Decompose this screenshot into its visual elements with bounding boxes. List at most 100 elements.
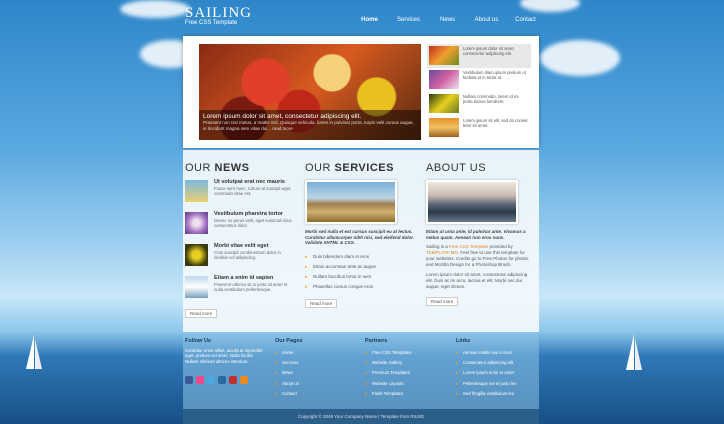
news-read-more-button[interactable]: Read more (185, 309, 218, 318)
footer-link[interactable]: News (275, 368, 303, 378)
news-summary: Fusce sem nunc, rutrum at suscipit eget,… (214, 186, 292, 197)
services-read-more-button[interactable]: Read more (305, 298, 338, 308)
about-photo (426, 180, 518, 224)
services-heading-bold: SERVICES (334, 162, 394, 174)
image-slider: Lorem ipsum dolor sit amet, consectetur … (183, 36, 539, 148)
about-link[interactable]: TEMPLATE MO (426, 250, 458, 255)
thumb-image (429, 94, 459, 113)
about-link[interactable]: Free CSS Template (449, 244, 488, 249)
news-title[interactable]: Etiam a enim id sapien (214, 275, 295, 281)
news-summary: Donec eu purus velit, eget euismod risus… (214, 218, 292, 229)
about-read-more-button[interactable]: Read more (426, 297, 459, 306)
footer-link[interactable]: Pellentesque vel et justo leo (456, 379, 517, 389)
news-text: Morbi vitae velit eget Cras suscipit cond… (208, 243, 295, 270)
nav-services[interactable]: Services (389, 17, 428, 23)
services-list-item[interactable]: Duis bibendum diam et eros (305, 252, 415, 262)
news-item: Ut volutpat erat nec mauris Fusce sem nun… (185, 179, 295, 206)
footer-link[interactable]: Premium Templates (365, 368, 412, 378)
footer-link[interactable]: Free CSS Templates (365, 348, 412, 358)
footer-link[interactable]: Contact (275, 389, 303, 399)
about-text: provided by (488, 244, 513, 249)
site-logo[interactable]: SAILING Free CSS Template (185, 5, 252, 26)
footer-link[interactable]: Website Gallery (365, 358, 412, 368)
thumb-text: Lorem ipsum sit elit, sed do consec tetu… (463, 118, 529, 128)
services-heading: OUR SERVICES (305, 162, 415, 174)
slider-thumb[interactable]: Vestibulum diam ipsum pretium ut facilis… (427, 68, 531, 92)
thumb-text: Nullam commodo, lorem id mi porta lacini… (463, 94, 519, 104)
footer-link[interactable]: Consectetur adipiscing elit (456, 358, 517, 368)
about-heading: ABOUT US (426, 162, 487, 174)
slide-image[interactable]: Lorem ipsum dolor sit amet, consectetur … (199, 44, 421, 140)
rss-icon[interactable] (240, 375, 248, 384)
footer-link[interactable]: Aenean mattis nisi a risus (456, 348, 517, 358)
sailboat-left (26, 335, 42, 369)
news-heading: OUR NEWS (185, 162, 295, 174)
footer-link[interactable]: Lorem ipsum enim et amet (456, 368, 517, 378)
twitter-icon[interactable] (207, 375, 215, 384)
news-text: Vestibulum pharetra tortor Donec eu purus… (208, 211, 295, 238)
news-item: Morbi vitae velit eget Cras suscipit cond… (185, 243, 295, 270)
slider-thumb[interactable]: Lorem ipsum dolor sit amet, consectetur … (427, 44, 531, 68)
cloud-decoration (520, 0, 580, 12)
services-list-item[interactable]: Phasellus cursus congue eros (305, 282, 415, 292)
services-column: OUR SERVICES Morbi sed nulla et est curs… (305, 162, 415, 310)
news-thumb[interactable] (185, 180, 208, 202)
social-icons (185, 375, 265, 384)
news-summary: Cras suscipit condimentum dolor in facil… (214, 250, 281, 261)
services-heading-light: OUR (305, 162, 331, 174)
news-thumb[interactable] (185, 212, 208, 234)
slider-thumb[interactable]: Lorem ipsum sit elit, sed do consec tetu… (427, 116, 531, 140)
nav-contact[interactable]: Contact (506, 17, 545, 23)
slider-thumb[interactable]: Nullam commodo, lorem id mi porta lacini… (427, 92, 531, 116)
news-thumb[interactable] (185, 276, 208, 298)
thumb-image (429, 46, 459, 65)
footer: Follow Us Curabitur enim tellus, iaculis… (183, 333, 539, 409)
cloud-decoration (120, 0, 190, 18)
services-list-item[interactable]: Nullam faucibus tortor in sem (305, 272, 415, 282)
news-text: Etiam a enim id sapien Praesent ultrices … (208, 275, 295, 302)
footer-link[interactable]: About us (275, 379, 303, 389)
news-heading-bold: NEWS (214, 162, 250, 174)
footer-link[interactable]: Website Layouts (365, 379, 412, 389)
footer-follow-title: Follow Us (185, 338, 211, 344)
news-heading-light: OUR (185, 162, 211, 174)
news-title[interactable]: Vestibulum pharetra tortor (214, 211, 295, 217)
news-summary: Praesent ultrices sit iu justo sit amet … (214, 282, 288, 293)
linkedin-icon[interactable] (218, 375, 226, 384)
youtube-icon[interactable] (229, 375, 237, 384)
news-text: Ut volutpat erat nec mauris Fusce sem nun… (208, 179, 295, 206)
thumb-text: Vestibulum diam ipsum pretium ut facilis… (463, 70, 526, 80)
about-paragraph: Sailing is a Free CSS Template provided … (426, 244, 534, 268)
news-title[interactable]: Ut volutpat erat nec mauris (214, 179, 295, 185)
nav-news[interactable]: News (428, 17, 467, 23)
content-panel: OUR NEWS Ut volutpat erat nec mauris Fusc… (183, 150, 539, 332)
news-column: OUR NEWS Ut volutpat erat nec mauris Fusc… (185, 162, 295, 320)
news-thumb[interactable] (185, 244, 208, 266)
footer-pages: Our Pages Home Services News About us Co… (275, 338, 303, 399)
slider-thumbnails: Lorem ipsum dolor sit amet, consectetur … (427, 44, 531, 140)
footer-link[interactable]: Services (275, 358, 303, 368)
footer-link[interactable]: Sed fringilla vestibulum leo (456, 389, 517, 399)
news-item: Etiam a enim id sapien Praesent ultrices … (185, 275, 295, 302)
nav-about[interactable]: About us (467, 17, 506, 23)
main-nav: Home Services News About us Contact (350, 17, 545, 23)
services-photo (305, 180, 397, 224)
facebook-icon[interactable] (185, 375, 193, 384)
footer-partners: Partners Free CSS Templates Website Gall… (365, 338, 412, 399)
slide-caption-text: Praesent non nisi metus, a mattis nisl. … (203, 120, 414, 131)
flickr-icon[interactable] (196, 375, 204, 384)
about-text: Sailing is a (426, 244, 450, 249)
services-intro: Morbi sed nulla et est cursus suscipit e… (305, 229, 415, 245)
services-list: Duis bibendum diam et eros Etiam accumsa… (305, 252, 415, 292)
footer-link[interactable]: Home (275, 348, 303, 358)
footer-link[interactable]: Flash Templates (365, 389, 412, 399)
services-list-item[interactable]: Etiam accumsan ante ac augue (305, 262, 415, 272)
nav-home[interactable]: Home (350, 17, 389, 23)
copyright-bar: Copyright © 2048 Your Company Name | Tem… (183, 409, 539, 424)
about-paragraph-2: Lorem ipsum dolor sit amet, consectetur … (426, 272, 528, 289)
news-title[interactable]: Morbi vitae velit eget (214, 243, 295, 249)
footer-pages-title: Our Pages (275, 338, 303, 344)
news-item: Vestibulum pharetra tortor Donec eu purus… (185, 211, 295, 238)
cloud-decoration (540, 40, 620, 76)
thumb-image (429, 70, 459, 89)
